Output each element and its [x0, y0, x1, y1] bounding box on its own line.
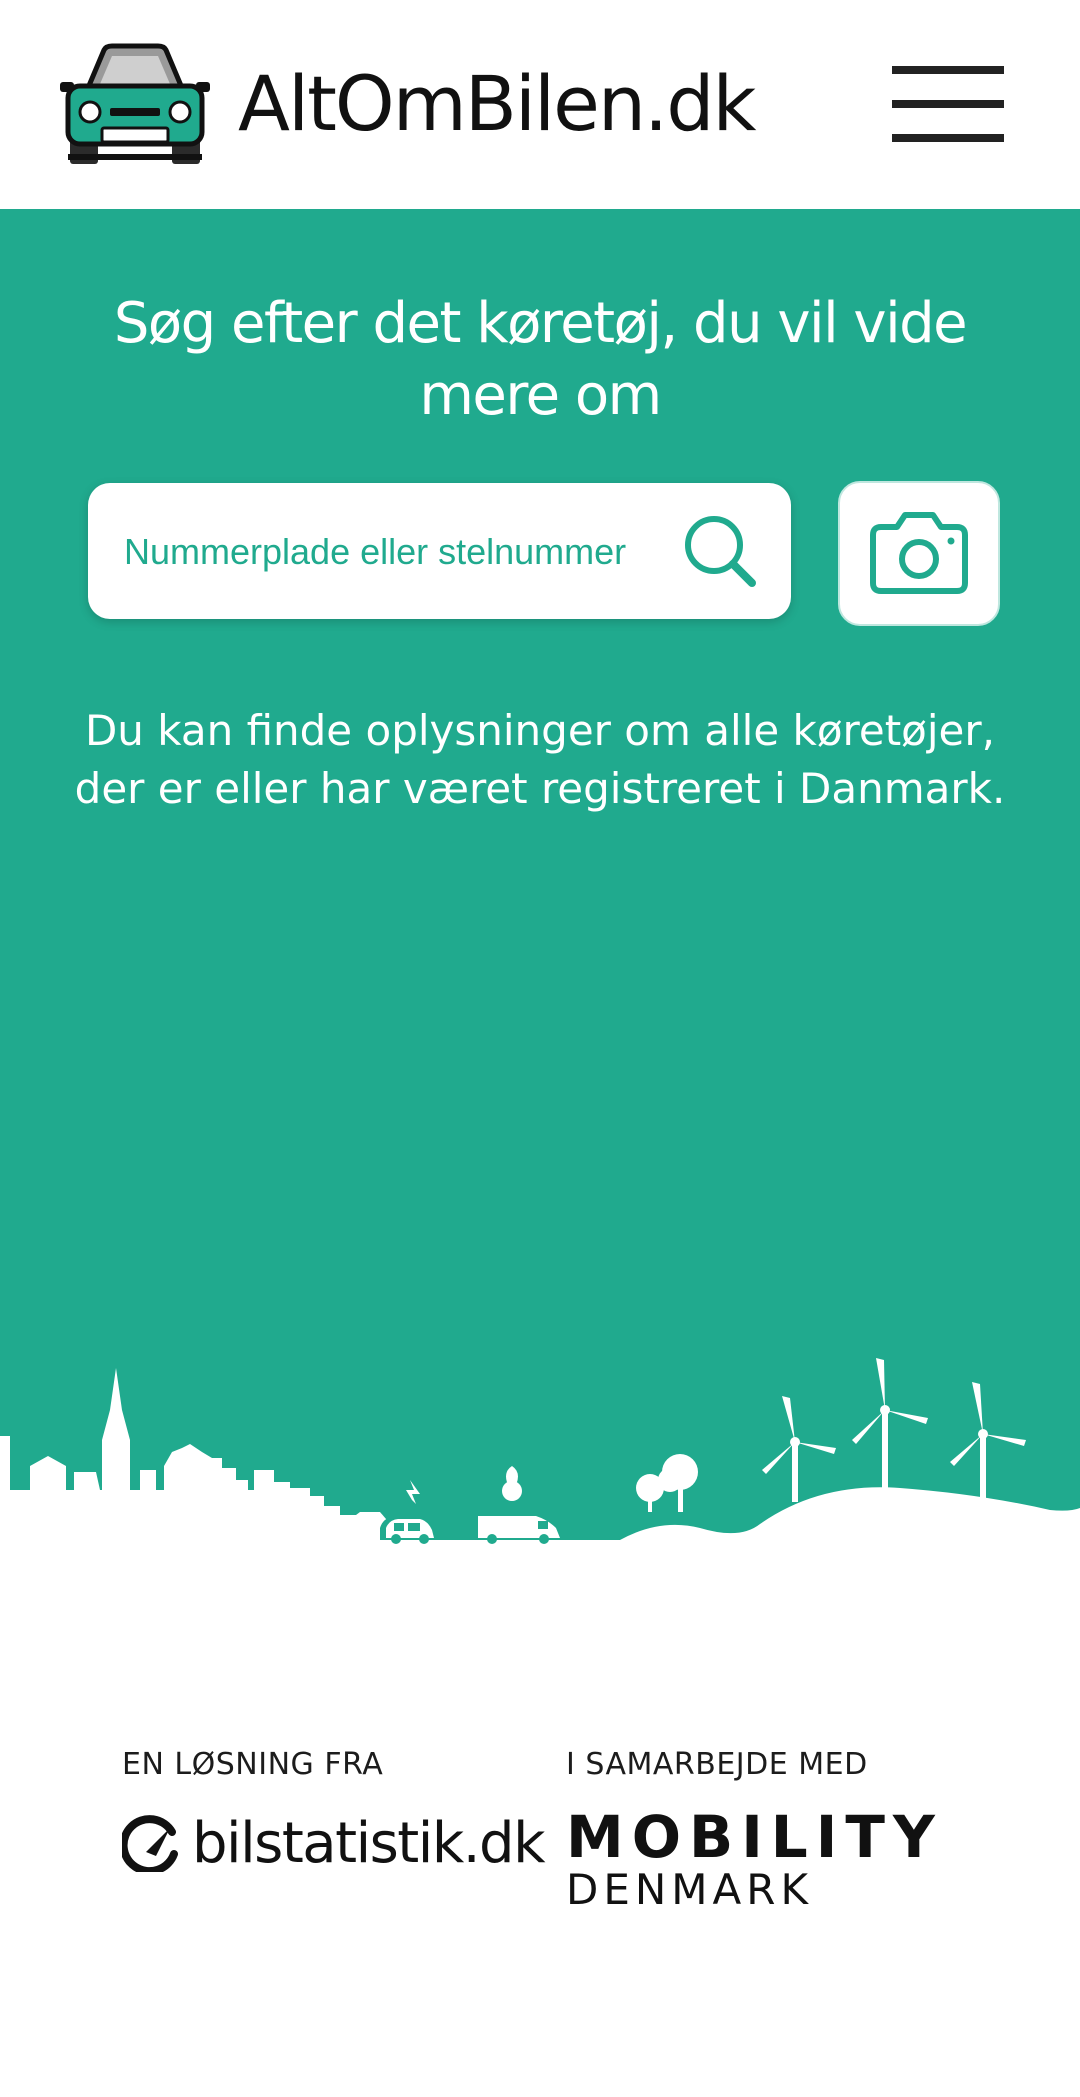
- search-icon[interactable]: [680, 511, 760, 591]
- mobility-text: MOBILITY: [566, 1803, 943, 1871]
- mobility-denmark-logo[interactable]: MOBILITY DENMARK: [566, 1808, 966, 1912]
- denmark-text: DENMARK: [566, 1865, 813, 1914]
- car-front-icon[interactable]: [60, 42, 210, 168]
- camera-button[interactable]: [838, 481, 1000, 626]
- camera-icon: [870, 512, 968, 594]
- site-header: AltOmBilen.dk: [0, 0, 1080, 209]
- partner-label: I SAMARBEJDE MED: [566, 1747, 868, 1782]
- speedometer-icon: [122, 1815, 178, 1872]
- skyline-illustration: [0, 1358, 1080, 1600]
- search-field[interactable]: [88, 483, 791, 619]
- search-input[interactable]: [122, 521, 666, 583]
- solution-label: EN LØSNING FRA: [122, 1747, 384, 1782]
- bilstatistik-text: bilstatistik.dk: [192, 1811, 546, 1876]
- brand-name[interactable]: AltOmBilen.dk: [238, 66, 756, 142]
- hamburger-menu-icon[interactable]: [892, 64, 1004, 144]
- info-text: Du kan finde oplysninger om alle køretøj…: [74, 706, 1006, 813]
- page-title: Søg efter det køretøj, du vil vide mere …: [113, 291, 968, 428]
- bilstatistik-logo[interactable]: bilstatistik.dk: [122, 1808, 546, 1880]
